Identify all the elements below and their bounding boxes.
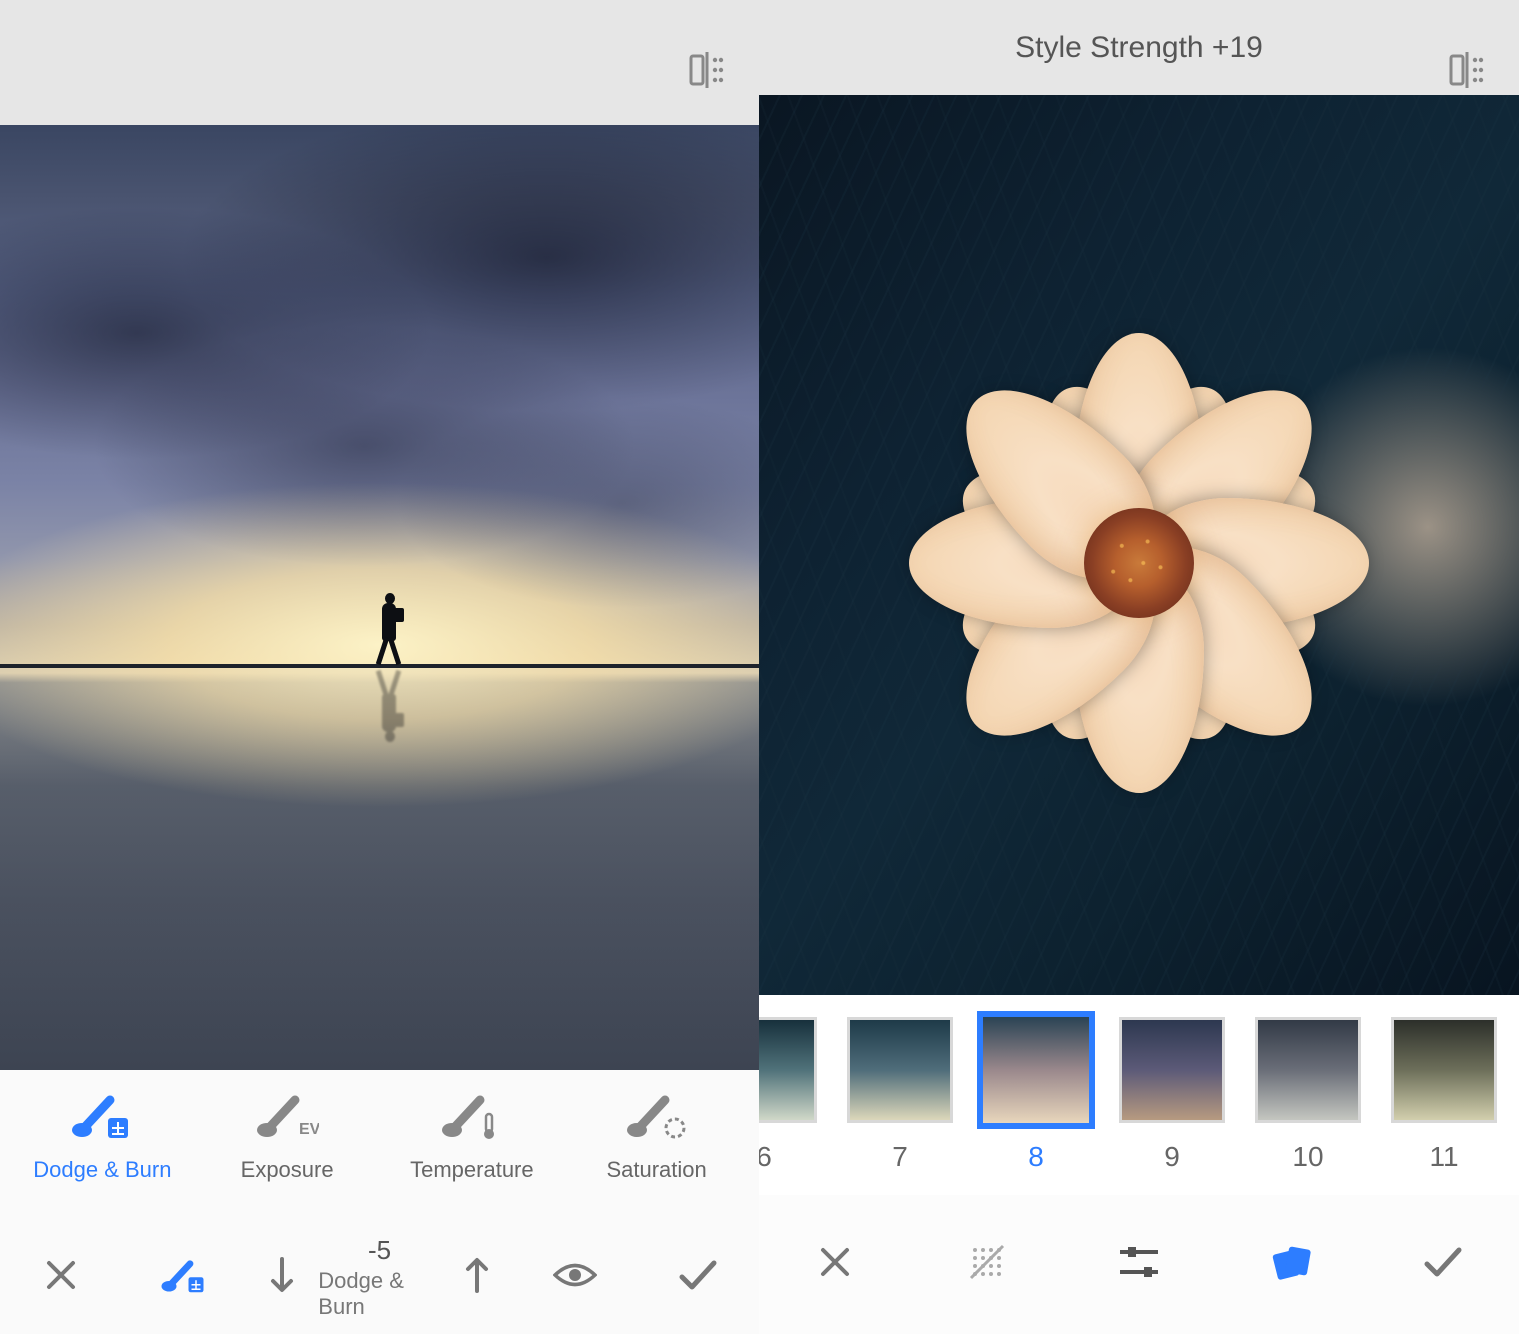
apply-button[interactable] <box>1367 1195 1519 1334</box>
style-swatch <box>847 1017 953 1123</box>
tool-label: Temperature <box>410 1157 534 1183</box>
style-swatch <box>1391 1017 1497 1123</box>
tool-label: Saturation <box>606 1157 706 1183</box>
style-swatch <box>759 1017 817 1123</box>
style-swatch <box>1255 1017 1361 1123</box>
style-preset-11[interactable]: 11 <box>1391 1017 1497 1173</box>
brush-tool-row: Dodge & Burn EV Exposure Tem <box>0 1070 759 1220</box>
left-image-canvas[interactable] <box>0 125 759 1070</box>
brush-mode-button[interactable] <box>122 1220 244 1334</box>
tool-dodge-burn[interactable]: Dodge & Burn <box>10 1088 195 1220</box>
image-figure <box>372 593 406 667</box>
tool-saturation[interactable]: Saturation <box>564 1088 749 1220</box>
style-number: 11 <box>1429 1141 1458 1173</box>
style-number: 9 <box>1164 1141 1180 1173</box>
tool-label: Dodge & Burn <box>33 1157 171 1183</box>
style-number: 10 <box>1292 1141 1323 1173</box>
close-icon <box>817 1244 853 1285</box>
shuffle-button[interactable] <box>911 1195 1063 1334</box>
eye-icon <box>553 1260 597 1295</box>
right-editor-screen: Style Strength +19 6 7 8 9 10 11 <box>759 0 1519 1334</box>
left-editor-screen: Dodge & Burn EV Exposure Tem <box>0 0 759 1334</box>
check-icon <box>678 1259 718 1296</box>
compare-toggle-button[interactable] <box>685 50 729 94</box>
compare-icon <box>1447 50 1487 95</box>
compare-toggle-button[interactable] <box>1445 50 1489 94</box>
cancel-button[interactable] <box>759 1195 911 1334</box>
style-preset-9[interactable]: 9 <box>1119 1017 1225 1173</box>
left-topbar <box>0 0 759 125</box>
brush-dodge-burn-small-icon <box>160 1254 208 1301</box>
compare-icon <box>687 50 727 95</box>
brush-dodge-burn-icon <box>70 1088 134 1147</box>
mask-visibility-button[interactable] <box>514 1220 636 1334</box>
style-preset-10[interactable]: 10 <box>1255 1017 1361 1173</box>
grain-icon <box>967 1242 1007 1287</box>
arrow-up-icon <box>462 1255 492 1300</box>
svg-text:EV: EV <box>299 1121 319 1138</box>
style-cards-icon <box>1269 1242 1313 1287</box>
image-flower <box>879 303 1399 823</box>
style-swatch <box>977 1011 1095 1129</box>
brush-temperature-icon <box>440 1088 504 1147</box>
right-bottom-bar <box>759 1195 1519 1334</box>
style-number: 7 <box>892 1141 908 1173</box>
style-swatch <box>1119 1017 1225 1123</box>
apply-button[interactable] <box>637 1220 759 1334</box>
image-figure-reflection <box>372 668 406 742</box>
tool-exposure[interactable]: EV Exposure <box>195 1088 380 1220</box>
style-number: 8 <box>1028 1141 1044 1173</box>
right-image-canvas[interactable] <box>759 95 1519 995</box>
right-topbar: Style Strength +19 <box>759 0 1519 95</box>
brush-saturation-icon <box>625 1088 689 1147</box>
arrow-down-icon <box>267 1255 297 1300</box>
cancel-button[interactable] <box>0 1220 122 1334</box>
close-icon <box>43 1257 79 1298</box>
style-preset-8[interactable]: 8 <box>983 1017 1089 1173</box>
check-icon <box>1423 1246 1463 1283</box>
styles-button[interactable] <box>1215 1195 1367 1334</box>
increase-button[interactable] <box>441 1220 514 1334</box>
adjust-label: Dodge & Burn <box>318 1268 440 1320</box>
adjust-value-display: -5 Dodge & Burn <box>318 1220 440 1334</box>
style-preset-6[interactable]: 6 <box>759 1017 817 1173</box>
tune-button[interactable] <box>1063 1195 1215 1334</box>
style-preset-7[interactable]: 7 <box>847 1017 953 1173</box>
style-number: 6 <box>759 1141 772 1173</box>
sliders-icon <box>1118 1244 1160 1285</box>
style-strength-label: Style Strength +19 <box>1015 31 1263 65</box>
adjust-value: -5 <box>368 1235 391 1266</box>
brush-exposure-icon: EV <box>255 1088 319 1147</box>
decrease-button[interactable] <box>245 1220 318 1334</box>
tool-label: Exposure <box>241 1157 334 1183</box>
tool-temperature[interactable]: Temperature <box>380 1088 565 1220</box>
style-preset-strip[interactable]: 6 7 8 9 10 11 <box>759 995 1519 1195</box>
left-bottom-bar: -5 Dodge & Burn <box>0 1220 759 1334</box>
